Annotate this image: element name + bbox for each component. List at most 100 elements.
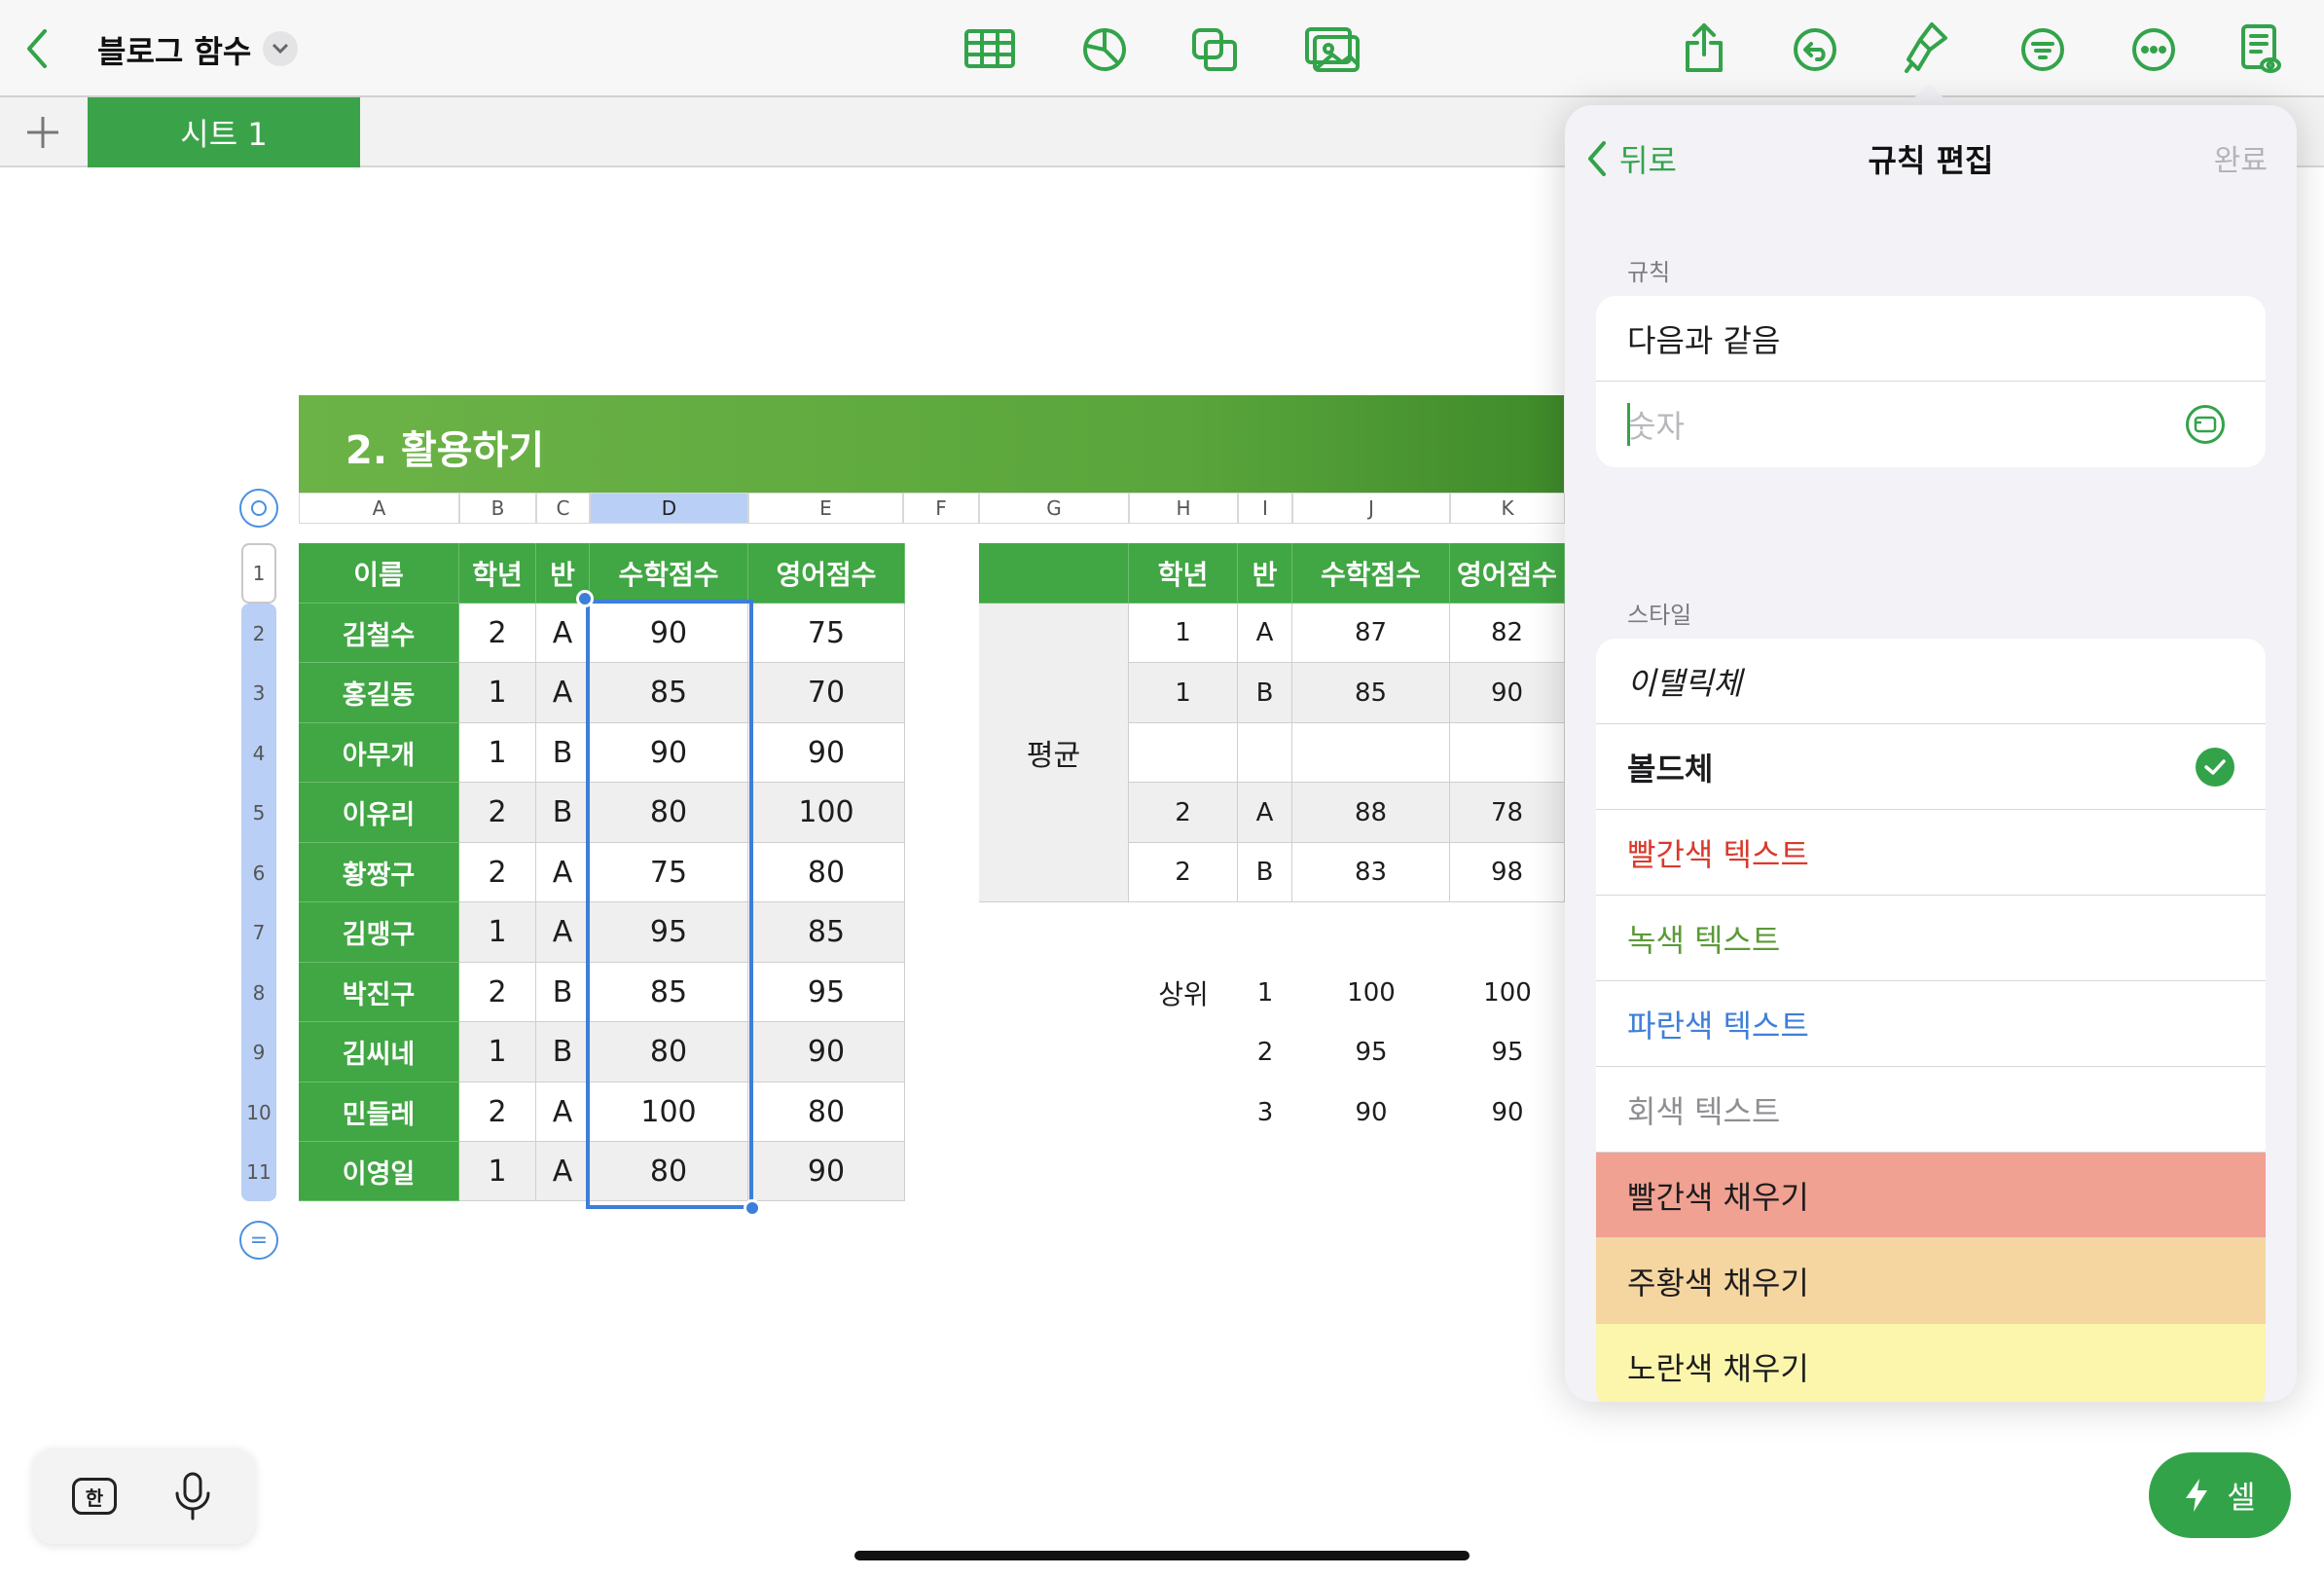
document-title[interactable]: 블로그 함수 [97,27,251,72]
name-cell[interactable]: 김철수 [299,604,459,663]
organize-icon[interactable] [2018,25,2067,74]
header-cell[interactable]: 수학점수 [590,543,748,604]
english-score-cell[interactable]: 85 [748,902,905,963]
table-title[interactable]: 2. 활용하기 [345,419,544,475]
class-cell[interactable]: A [536,1082,590,1142]
style-option[interactable]: 주황색 채우기 [1596,1238,2266,1324]
style-option[interactable]: 빨간색 채우기 [1596,1153,2266,1238]
add-row-button[interactable]: = [239,1221,278,1260]
average-cell[interactable]: 85 [1292,663,1450,723]
english-score-cell[interactable]: 75 [748,604,905,663]
class-cell[interactable]: A [536,902,590,963]
average-cell[interactable]: 98 [1450,843,1565,902]
column-header-i[interactable]: I [1238,493,1292,524]
done-button[interactable]: 완료 [2214,136,2268,179]
class-cell[interactable]: A [536,663,590,723]
class-cell[interactable]: A [536,843,590,902]
class-cell[interactable]: B [536,783,590,843]
average-cell[interactable] [1292,723,1450,783]
header-cell[interactable]: 반 [1238,543,1292,604]
class-cell[interactable]: A [536,604,590,663]
column-header-d[interactable]: D [590,493,748,524]
row-header[interactable]: 2 [241,604,276,663]
rule-value-input[interactable]: 숫자 [1596,382,2266,467]
row-header[interactable]: 3 [241,663,276,723]
grade-cell[interactable]: 2 [459,783,536,843]
cell-editor-button[interactable]: 셀 [2149,1452,2291,1538]
row-header[interactable]: 8 [241,963,276,1022]
style-option[interactable]: 파란색 텍스트 [1596,981,2266,1067]
class-cell[interactable]: B [536,723,590,783]
selection-handle-bottom[interactable] [744,1199,761,1217]
table-icon[interactable] [963,27,1016,70]
select-all-button[interactable] [239,489,278,528]
column-header-c[interactable]: C [536,493,590,524]
top-score-cell[interactable]: 90 [1292,1082,1450,1142]
average-cell[interactable]: B [1238,843,1292,902]
header-cell[interactable]: 영어점수 [1450,543,1565,604]
top-score-cell[interactable]: 2 [1238,1022,1292,1082]
header-cell[interactable]: 수학점수 [1292,543,1450,604]
header-cell[interactable]: 이름 [299,543,459,604]
top-score-cell[interactable]: 95 [1292,1022,1450,1082]
grade-cell[interactable]: 1 [459,663,536,723]
average-label-cell[interactable]: 평균 [979,604,1129,902]
class-cell[interactable]: A [536,1142,590,1201]
row-header[interactable]: 9 [241,1022,276,1082]
selection-handle-top[interactable] [576,590,594,607]
more-icon[interactable] [2129,25,2178,74]
english-score-cell[interactable]: 80 [748,843,905,902]
top-score-cell[interactable]: 90 [1450,1082,1565,1142]
top-score-cell[interactable]: 100 [1292,963,1450,1022]
grade-cell[interactable]: 2 [459,604,536,663]
reading-view-icon[interactable] [2238,21,2283,78]
top-score-cell[interactable]: 1 [1238,963,1292,1022]
shape-icon[interactable] [1189,25,1240,74]
name-cell[interactable]: 홍길동 [299,663,459,723]
name-cell[interactable]: 이영일 [299,1142,459,1201]
average-cell[interactable]: 82 [1450,604,1565,663]
header-cell[interactable]: 영어점수 [748,543,905,604]
grade-cell[interactable]: 1 [459,1022,536,1082]
row-header[interactable]: 5 [241,783,276,843]
average-cell[interactable]: 1 [1129,604,1238,663]
english-score-cell[interactable]: 100 [748,783,905,843]
class-cell[interactable]: B [536,1022,590,1082]
row-header[interactable]: 11 [241,1142,276,1201]
grade-cell[interactable]: 2 [459,843,536,902]
style-option[interactable]: 볼드체 [1596,724,2266,810]
english-score-cell[interactable]: 70 [748,663,905,723]
average-cell[interactable]: A [1238,783,1292,843]
grade-cell[interactable]: 2 [459,963,536,1022]
header-cell[interactable]: 학년 [1129,543,1238,604]
style-option[interactable]: 회색 텍스트 [1596,1067,2266,1153]
row-header[interactable]: 10 [241,1082,276,1142]
top-score-cell[interactable]: 100 [1450,963,1565,1022]
name-cell[interactable]: 김씨네 [299,1022,459,1082]
grade-cell[interactable]: 1 [459,1142,536,1201]
average-cell[interactable] [1129,723,1238,783]
column-header-a[interactable]: A [299,493,459,524]
grade-cell[interactable]: 2 [459,1082,536,1142]
average-cell[interactable]: 87 [1292,604,1450,663]
column-header-g[interactable]: G [979,493,1129,524]
average-cell[interactable] [1238,723,1292,783]
style-option[interactable]: 녹색 텍스트 [1596,896,2266,981]
average-cell[interactable]: A [1238,604,1292,663]
style-option[interactable]: 이탤릭체 [1596,639,2266,724]
english-score-cell[interactable]: 90 [748,723,905,783]
name-cell[interactable]: 이유리 [299,783,459,843]
english-score-cell[interactable]: 90 [748,1022,905,1082]
name-cell[interactable]: 황짱구 [299,843,459,902]
english-score-cell[interactable]: 80 [748,1082,905,1142]
top-score-cell[interactable]: 3 [1238,1082,1292,1142]
average-cell[interactable] [1450,723,1565,783]
average-cell[interactable]: 1 [1129,663,1238,723]
english-score-cell[interactable]: 95 [748,963,905,1022]
row-header[interactable]: 1 [241,543,276,604]
tab-sheet-1[interactable]: 시트 1 [88,97,360,167]
column-d-selection[interactable] [586,600,753,1209]
name-cell[interactable]: 김맹구 [299,902,459,963]
format-brush-icon[interactable] [1902,19,1950,76]
column-header-b[interactable]: B [459,493,536,524]
